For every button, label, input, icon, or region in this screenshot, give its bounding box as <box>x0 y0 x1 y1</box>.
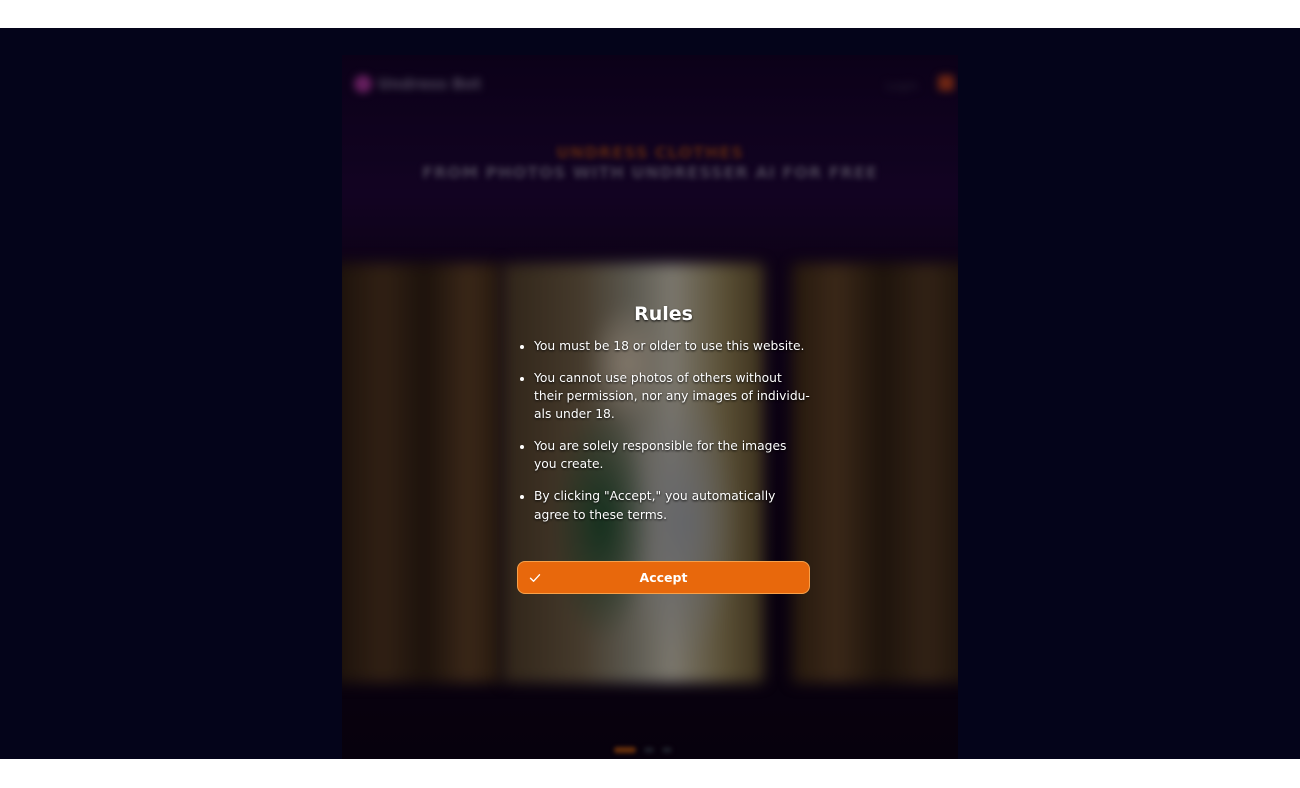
rule-item: You are solely responsible for the image… <box>534 437 810 474</box>
rule-item: By clicking "Accept," you automatically … <box>534 487 810 524</box>
rules-title: Rules <box>634 303 693 325</box>
accept-button-label: Accept <box>639 570 688 585</box>
rules-list: You must be 18 or older to use this webs… <box>517 337 810 524</box>
rule-item: You must be 18 or older to use this webs… <box>534 337 810 355</box>
rules-dialog: Rules You must be 18 or older to use thi… <box>517 302 810 524</box>
rule-item: You cannot use photos of others without … <box>534 369 810 424</box>
accept-button[interactable]: Accept <box>517 561 810 594</box>
check-icon <box>529 574 541 582</box>
